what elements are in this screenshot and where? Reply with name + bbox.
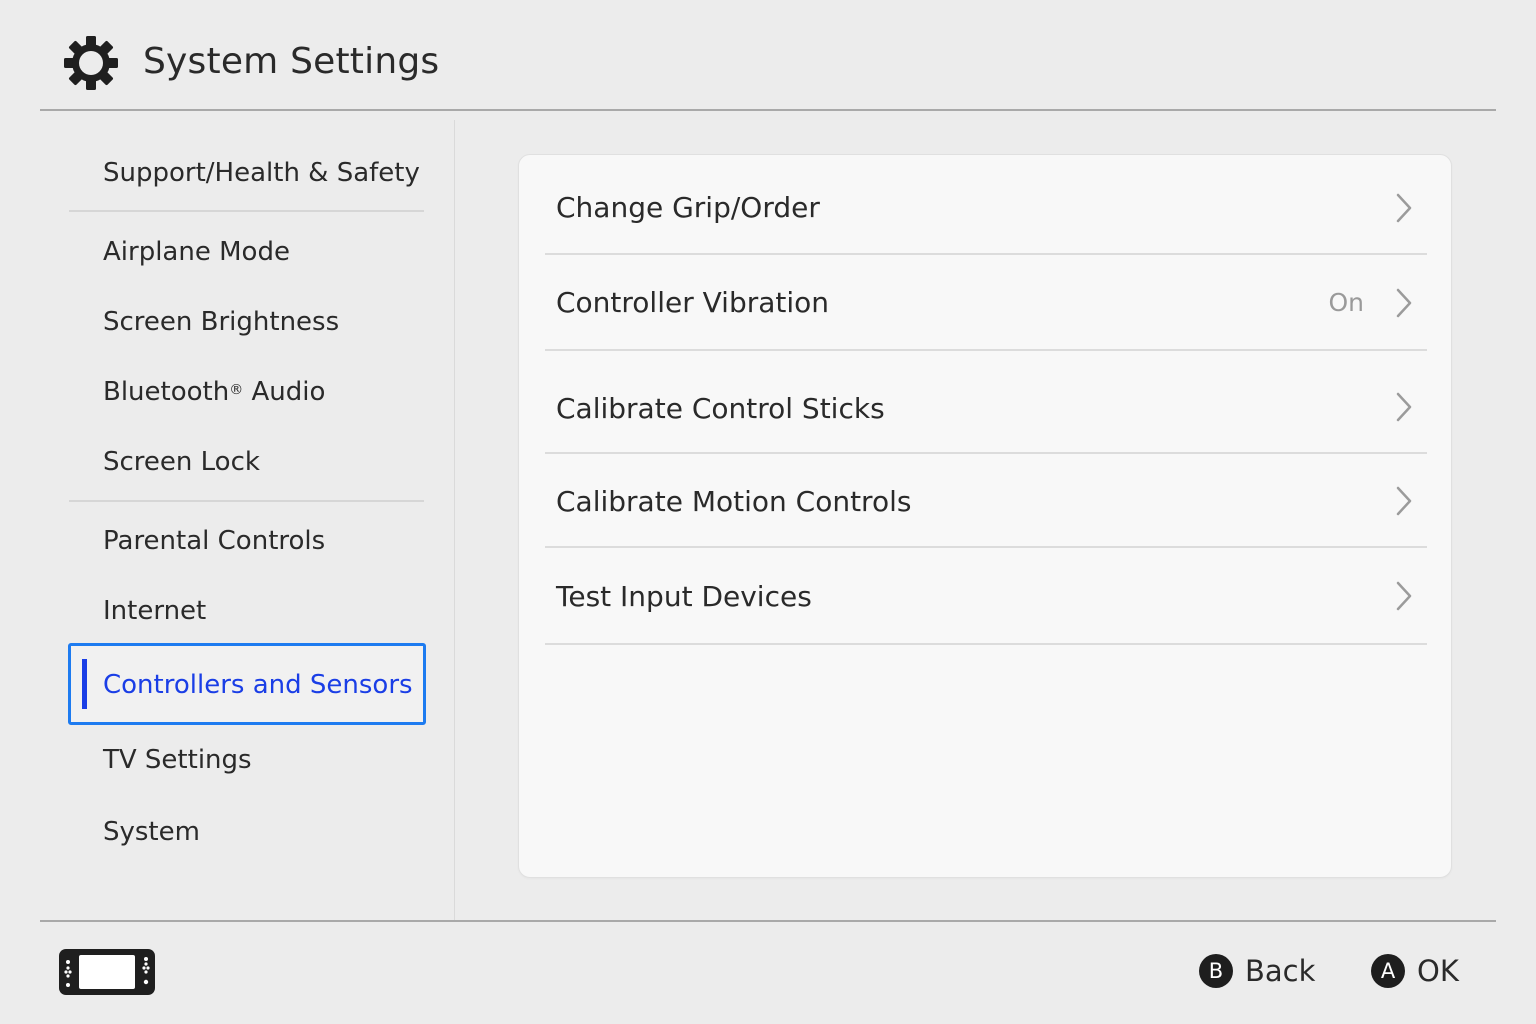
sidebar-group-divider — [69, 210, 424, 212]
chevron-right-icon — [1396, 193, 1412, 223]
sidebar-item-label: Controllers and Sensors — [103, 670, 413, 700]
sidebar-item-parental-controls[interactable]: Parental Controls — [103, 524, 325, 558]
footer-divider — [40, 920, 1496, 922]
sidebar-item-controllers-and-sensors[interactable]: Controllers and Sensors — [68, 643, 426, 725]
sidebar — [0, 112, 455, 920]
chevron-right-icon — [1396, 581, 1412, 611]
page-title: System Settings — [143, 41, 440, 82]
header-divider — [40, 109, 1496, 111]
row-test-input-devices[interactable]: Test Input Devices — [545, 549, 1427, 645]
settings-panel: Change Grip/Order Controller Vibration O… — [518, 154, 1452, 878]
sidebar-item-airplane-mode[interactable]: Airplane Mode — [103, 235, 290, 269]
b-button-icon: B — [1199, 954, 1233, 988]
row-label: Calibrate Control Sticks — [556, 392, 885, 425]
gear-icon — [64, 36, 118, 90]
a-button-icon: A — [1371, 954, 1405, 988]
sidebar-item-label-suffix: Audio — [243, 377, 326, 407]
ok-label: OK — [1417, 954, 1459, 988]
row-label: Controller Vibration — [556, 286, 830, 319]
sidebar-item-support-health-safety[interactable]: Support/Health & Safety — [103, 156, 420, 190]
row-divider — [545, 546, 1427, 548]
chevron-right-icon — [1396, 288, 1412, 318]
back-label: Back — [1245, 954, 1316, 988]
sidebar-item-tv-settings[interactable]: TV Settings — [103, 743, 252, 777]
registered-mark: ® — [229, 382, 244, 398]
row-value: On — [1328, 288, 1364, 317]
console-handheld-icon — [59, 949, 155, 995]
row-controller-vibration[interactable]: Controller Vibration On — [545, 255, 1427, 351]
sidebar-divider — [454, 120, 455, 920]
row-calibrate-control-sticks[interactable]: Calibrate Control Sticks — [545, 351, 1427, 455]
row-change-grip-order[interactable]: Change Grip/Order — [545, 155, 1427, 255]
sidebar-item-label: Bluetooth — [103, 377, 230, 407]
chevron-right-icon — [1396, 392, 1412, 422]
sidebar-item-system[interactable]: System — [103, 815, 200, 849]
chevron-right-icon — [1396, 486, 1412, 516]
sidebar-item-bluetooth-audio[interactable]: Bluetooth® Audio — [103, 375, 325, 409]
row-calibrate-motion-controls[interactable]: Calibrate Motion Controls — [545, 455, 1427, 549]
row-label: Calibrate Motion Controls — [556, 485, 912, 518]
row-label: Change Grip/Order — [556, 191, 820, 224]
sidebar-item-screen-brightness[interactable]: Screen Brightness — [103, 305, 339, 339]
row-divider — [545, 643, 1427, 645]
sidebar-group-divider — [69, 500, 424, 502]
selection-indicator — [82, 659, 87, 709]
sidebar-item-screen-lock[interactable]: Screen Lock — [103, 445, 260, 479]
sidebar-item-internet[interactable]: Internet — [103, 594, 206, 628]
row-divider — [545, 452, 1427, 454]
row-label: Test Input Devices — [556, 580, 812, 613]
header: System Settings — [0, 0, 1536, 110]
